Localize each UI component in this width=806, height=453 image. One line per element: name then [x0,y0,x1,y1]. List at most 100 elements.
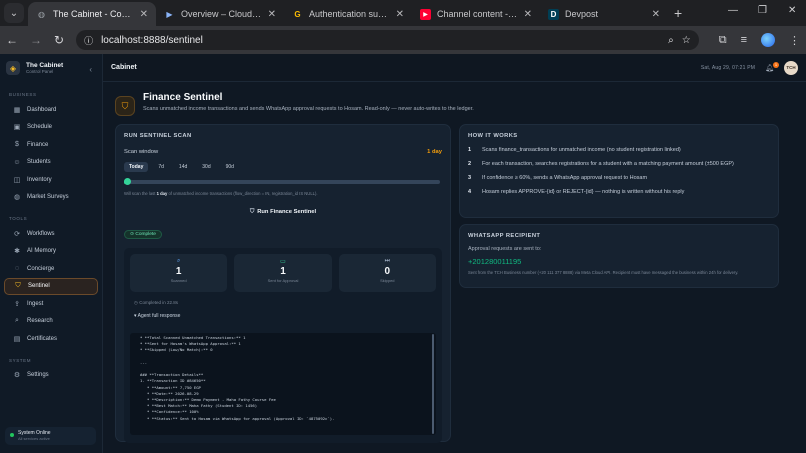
profile-avatar-icon[interactable] [761,33,775,47]
reload-icon[interactable]: ↻ [54,33,64,47]
sidebar-item-dashboard[interactable]: ▦ Dashboard [4,101,98,119]
site-info-icon[interactable]: ⓘ [84,34,93,47]
sidebar-item-workflows[interactable]: ⟳ Workflows [4,225,98,243]
sidebar-item-schedule[interactable]: ▣ Schedule [4,119,98,137]
url-text[interactable]: localhost:8888/sentinel [101,35,660,46]
stat-scanned: ⌕ 1 Scanned [130,254,228,292]
slider-handle[interactable] [124,178,131,185]
browser-tab-2[interactable]: ▶ Overview – Cloud Run – I ✕ [156,2,284,26]
sidebar-item-certificates[interactable]: ▤ Certificates [4,330,98,348]
sidebar: ◈ The Cabinet Control Panel ‹ BUSINESS ▦… [0,54,103,453]
zoom-icon[interactable]: ⌕ [668,35,674,46]
whatsapp-note: Sent from the TCH Business number (+20 1… [468,270,739,275]
close-icon[interactable]: ✕ [396,9,404,20]
status-badge: ⊙ Complete [124,230,162,239]
sidebar-item-market-surveys[interactable]: ◍ Market Surveys [4,189,98,207]
scan-result-panel: ⌕ 1 Scanned ▭ 1 Sent for Approval ⏭ 0 Sk… [124,248,442,443]
how-it-works-card: HOW IT WORKS 1 Scans finance_transactions… [459,124,779,218]
completed-in: ◷ Completed in 22.8s [134,300,178,305]
cloud-run-icon: ▶ [166,9,173,19]
globe-icon: ◍ [38,9,45,19]
minimize-icon[interactable]: — [728,5,738,16]
sidebar-item-inventory[interactable]: ◫ Inventory [4,171,98,189]
check-circle-icon: ⊙ [130,232,135,237]
notifications-bell-icon[interactable]: 🔔︎ 1 [765,61,779,72]
gear-icon: ⚙ [13,372,21,380]
back-icon[interactable]: ← [6,33,18,47]
avatar[interactable]: TCH [784,60,798,75]
youtube-icon: ▶ [420,8,431,20]
nav-section-business: BUSINESS [9,92,37,97]
brand-subtitle: Control Panel [26,69,54,74]
browser-tab-4[interactable]: ▶ Channel content - YouTu ✕ [412,2,540,26]
media-icon[interactable]: ≡ [741,34,747,46]
browser-tab-5[interactable]: D Devpost ✕ [540,2,668,26]
certificate-icon: ▤ [13,335,21,343]
browser-toolbar: ← → ↻ ⓘ localhost:8888/sentinel ⌕ ☆ ⧉ ≡ … [0,26,806,54]
restore-icon[interactable]: ❐ [758,5,767,16]
close-icon[interactable]: ✕ [524,9,532,20]
forward-icon[interactable]: → [30,33,42,47]
log-scrollbar[interactable] [432,334,434,434]
sidebar-item-sentinel[interactable]: ⛉ Sentinel [4,277,98,295]
window-close-icon[interactable]: ✕ [788,5,796,16]
bookmark-star-icon[interactable]: ☆ [682,35,691,46]
clock-icon: ◷ [134,300,138,305]
address-bar[interactable]: ⓘ localhost:8888/sentinel ⌕ ☆ [76,30,699,50]
run-scan-heading: RUN SENTINEL SCAN [124,133,192,139]
page-description: Scans unmatched income transactions and … [143,106,474,112]
google-icon: G [294,9,301,19]
page-title: Finance Sentinel [143,92,223,103]
extensions-icon[interactable]: ⧉ [719,34,727,47]
scan-window-value: 1 day [427,149,442,155]
chip-90d[interactable]: 90d [221,162,239,172]
close-icon[interactable]: ✕ [652,9,660,20]
new-tab-button[interactable]: + [674,5,682,21]
sidebar-item-research[interactable]: ⌕ Research [4,313,98,331]
shield-icon: ⛉ [115,96,135,116]
shield-icon: ⛉ [249,209,255,215]
whatsapp-number[interactable]: +201280011195 [468,257,770,266]
whatsapp-recipient-card: WHATSAPP RECIPIENT Approval requests are… [459,224,779,288]
scan-stats: ⌕ 1 Scanned ▭ 1 Sent for Approval ⏭ 0 Sk… [130,254,436,292]
sidebar-item-settings[interactable]: ⚙ Settings [4,367,98,385]
status-dot-icon [10,433,14,437]
browser-tab-1[interactable]: ◍ The Cabinet - Control Ce ✕ [28,2,156,26]
run-finance-sentinel-button[interactable]: ⛉ Run Finance Sentinel [124,209,442,216]
stat-label: Sent for Approval [267,278,299,283]
whatsapp-heading: WHATSAPP RECIPIENT [468,233,541,239]
sidebar-item-ingest[interactable]: ⇪ Ingest [4,295,98,313]
shield-icon: ⛉ [15,282,21,290]
users-icon: ☺ [13,158,21,166]
brand[interactable]: ◈ The Cabinet Control Panel [0,54,102,82]
sidebar-item-students[interactable]: ☺ Students [4,154,98,172]
sidebar-item-ai-memory[interactable]: ✱ AI Memory [4,243,98,261]
menu-kebab-icon[interactable]: ⋮ [789,34,800,47]
tab-search-button[interactable]: ⌄ [4,3,24,23]
browser-tab-3[interactable]: G Authentication successfu ✕ [284,2,412,26]
close-icon[interactable]: ✕ [140,9,148,20]
search-icon: ⌕ [15,317,19,325]
close-icon[interactable]: ✕ [268,9,276,20]
sidebar-item-finance[interactable]: $ Finance [4,136,98,154]
stat-label: Scanned [170,278,187,283]
how-step: 2 For each transaction, searches registra… [468,161,734,167]
chip-30d[interactable]: 30d [197,162,215,172]
chat-icon: ◌ [14,265,20,273]
grid-icon: ▦ [13,106,21,114]
agent-response-toggle[interactable]: ▾ Agent full response [130,313,436,319]
devpost-icon: D [548,8,559,20]
scan-window-slider[interactable] [124,178,440,185]
chip-14d[interactable]: 14d [174,162,192,172]
stat-value: 1 [175,266,182,277]
chip-7d[interactable]: 7d [153,162,169,172]
collapse-sidebar-icon[interactable]: ‹ [89,65,92,74]
sidebar-item-concierge[interactable]: ◌ Concierge [4,260,98,278]
chip-today[interactable]: Today [124,162,149,172]
search-icon: ⌕ [176,258,181,264]
run-scan-card: RUN SENTINEL SCAN Scan window 1 day Toda… [115,124,451,443]
brain-icon: ✱ [14,248,20,256]
skip-icon: ⏭ [384,258,391,264]
breadcrumb: Cabinet [111,64,137,71]
upload-icon: ⇪ [14,300,20,308]
